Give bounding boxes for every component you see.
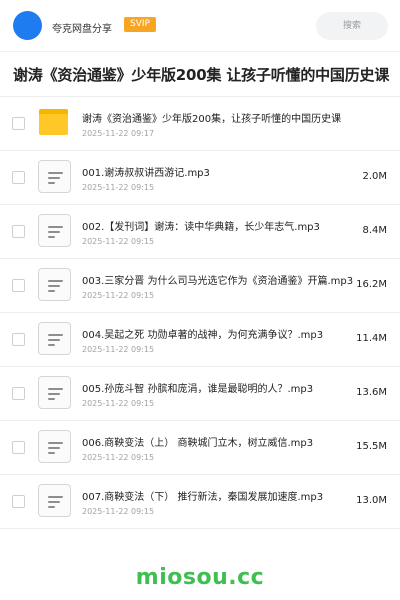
select-checkbox[interactable]: [12, 441, 25, 454]
select-checkbox[interactable]: [12, 495, 25, 508]
file-date: 2025-11-22 09:15: [82, 291, 155, 300]
list-item[interactable]: 004.吴起之死 功勋卓著的战神，为何充满争议？.mp3 2025-11-22 …: [0, 313, 400, 367]
audio-file-icon: [38, 214, 71, 249]
file-list: 谢涛《资治通鉴》少年版200集，让孩子听懂的中国历史课 2025-11-22 0…: [0, 97, 400, 529]
file-name[interactable]: 003.三家分晋 为什么司马光选它作为《资治通鉴》开篇.mp3: [82, 272, 354, 287]
file-size: 13.0M: [356, 495, 387, 506]
file-name[interactable]: 005.孙庞斗智 孙膑和庞涓，谁是最聪明的人？.mp3: [82, 380, 354, 395]
share-header: 夸克网盘分享 SVIP 搜索: [0, 0, 400, 52]
list-item[interactable]: 001.谢涛叔叔讲西游记.mp3 2025-11-22 09:15 2.0M: [0, 151, 400, 205]
audio-file-icon: [38, 322, 71, 357]
file-size: 15.5M: [356, 441, 387, 452]
file-name[interactable]: 谢涛《资治通鉴》少年版200集，让孩子听懂的中国历史课: [82, 110, 358, 125]
audio-file-icon: [38, 160, 71, 195]
file-name[interactable]: 007.商鞅变法（下） 推行新法，秦国发展加速度.mp3: [82, 488, 354, 503]
watermark: miosou.cc: [135, 565, 265, 590]
file-name[interactable]: 001.谢涛叔叔讲西游记.mp3: [82, 164, 354, 179]
select-checkbox[interactable]: [12, 171, 25, 184]
list-item[interactable]: 006.商鞅变法（上） 商鞅城门立木，树立威信.mp3 2025-11-22 0…: [0, 421, 400, 475]
folder-icon: [38, 106, 71, 141]
list-item[interactable]: 007.商鞅变法（下） 推行新法，秦国发展加速度.mp3 2025-11-22 …: [0, 475, 400, 529]
brand-name: 夸克网盘分享: [52, 24, 112, 35]
file-size: 16.2M: [356, 279, 387, 290]
list-item[interactable]: 005.孙庞斗智 孙膑和庞涓，谁是最聪明的人？.mp3 2025-11-22 0…: [0, 367, 400, 421]
file-date: 2025-11-22 09:15: [82, 345, 155, 354]
svip-badge: SVIP: [124, 17, 156, 32]
file-date: 2025-11-22 09:15: [82, 183, 155, 192]
file-date: 2025-11-22 09:15: [82, 237, 155, 246]
select-checkbox[interactable]: [12, 279, 25, 292]
audio-file-icon: [38, 376, 71, 411]
file-date: 2025-11-22 09:15: [82, 507, 155, 516]
file-name[interactable]: 002.【发刊词】谢涛：读中华典籍，长少年志气.mp3: [82, 218, 354, 233]
file-size: 11.4M: [356, 333, 387, 344]
search-input[interactable]: 搜索: [316, 12, 388, 40]
list-item[interactable]: 002.【发刊词】谢涛：读中华典籍，长少年志气.mp3 2025-11-22 0…: [0, 205, 400, 259]
select-checkbox[interactable]: [12, 225, 25, 238]
list-item-folder[interactable]: 谢涛《资治通鉴》少年版200集，让孩子听懂的中国历史课 2025-11-22 0…: [0, 97, 400, 151]
audio-file-icon: [38, 484, 71, 519]
file-size: 2.0M: [362, 171, 387, 182]
file-name[interactable]: 004.吴起之死 功勋卓著的战神，为何充满争议？.mp3: [82, 326, 354, 341]
file-size: 13.6M: [356, 387, 387, 398]
select-checkbox[interactable]: [12, 117, 25, 130]
page-title: 谢涛《资治通鉴》少年版200集 让孩子听懂的中国历史课: [13, 66, 390, 84]
file-name[interactable]: 006.商鞅变法（上） 商鞅城门立木，树立威信.mp3: [82, 434, 354, 449]
audio-file-icon: [38, 268, 71, 303]
file-date: 2025-11-22 09:15: [82, 453, 155, 462]
file-date: 2025-11-22 09:15: [82, 399, 155, 408]
avatar[interactable]: [13, 11, 42, 40]
file-date: 2025-11-22 09:17: [82, 129, 155, 138]
file-size: 8.4M: [362, 225, 387, 236]
audio-file-icon: [38, 430, 71, 465]
list-item[interactable]: 003.三家分晋 为什么司马光选它作为《资治通鉴》开篇.mp3 2025-11-…: [0, 259, 400, 313]
select-checkbox[interactable]: [12, 333, 25, 346]
select-checkbox[interactable]: [12, 387, 25, 400]
